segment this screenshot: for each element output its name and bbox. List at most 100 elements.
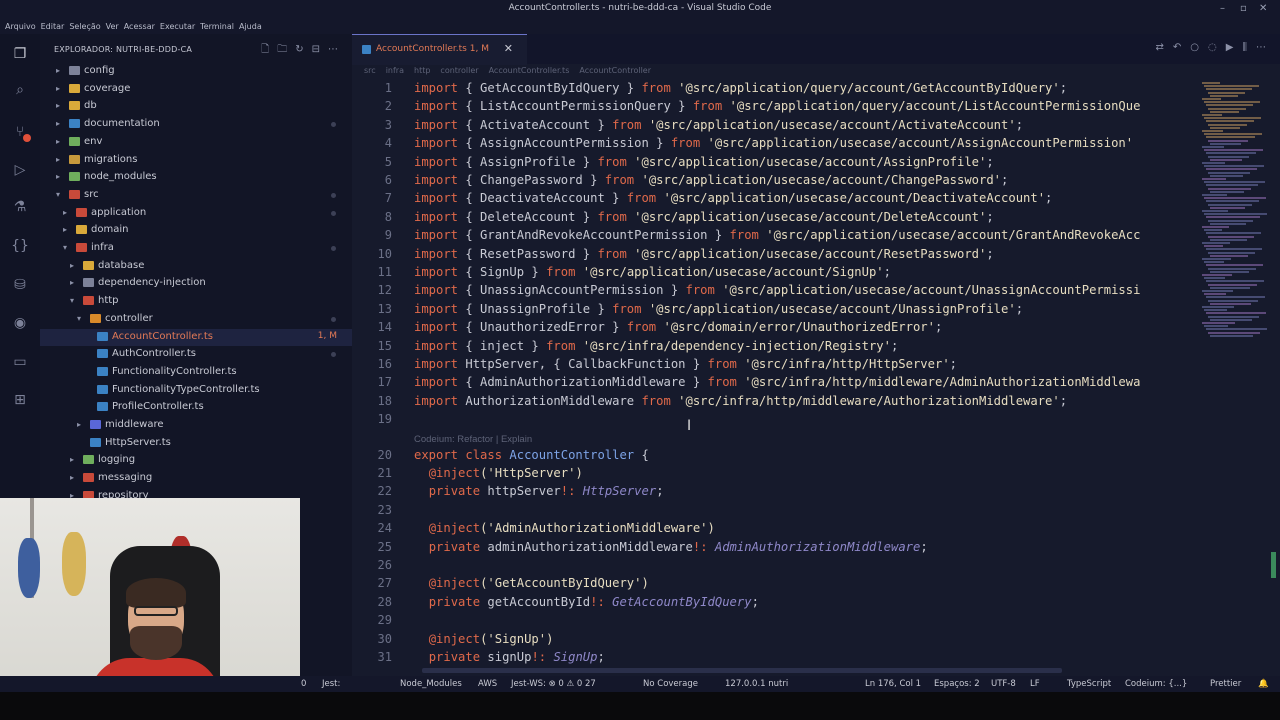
status-language[interactable]: TypeScript — [1067, 679, 1111, 689]
extensions-icon[interactable]: ⊞ — [10, 390, 30, 410]
new-file-icon[interactable]: 🗋 — [261, 44, 269, 55]
minimize-icon[interactable]: – — [1220, 3, 1225, 14]
code-line[interactable]: 13 import { UnassignProfile } from '@src/… — [352, 302, 1280, 320]
code-line[interactable]: 21 @inject('HttpServer') — [352, 466, 1280, 484]
tree-item-http[interactable]: ▾ http — [40, 293, 352, 310]
database-icon[interactable]: ⛁ — [10, 275, 30, 295]
tree-item-logging[interactable]: ▸ logging — [40, 452, 352, 469]
chevron-icon[interactable]: ▸ — [77, 420, 81, 429]
code-line[interactable]: 9 import { GrantAndRevokeAccountPermissio… — [352, 228, 1280, 246]
menu-item-4[interactable]: Acessar — [124, 20, 155, 31]
code-line[interactable]: 29 — [352, 613, 1280, 631]
code-line[interactable]: 10 import { ResetPassword } from '@src/ap… — [352, 247, 1280, 265]
chevron-icon[interactable]: ▸ — [70, 261, 74, 270]
collapse-icon[interactable]: ⊟ — [312, 44, 320, 55]
status-eol[interactable]: LF — [1030, 679, 1040, 689]
close-tab-icon[interactable]: ✕ — [504, 42, 513, 55]
code-line[interactable]: 17 import { AdminAuthorizationMiddleware … — [352, 375, 1280, 393]
chevron-icon[interactable]: ▸ — [56, 119, 60, 128]
run-debug-icon[interactable]: ▷ — [10, 160, 30, 180]
code-line[interactable]: 30 @inject('SignUp') — [352, 632, 1280, 650]
minimap[interactable] — [1202, 82, 1270, 342]
chevron-icon[interactable]: ▸ — [63, 225, 67, 234]
tree-item-config[interactable]: ▸ config — [40, 63, 352, 80]
code-line[interactable]: 8 import { DeleteAccount } from '@src/app… — [352, 210, 1280, 228]
status-node-modules[interactable]: Node_Modules — [400, 679, 462, 689]
menu-item-3[interactable]: Ver — [106, 20, 119, 31]
tree-item-node-modules[interactable]: ▸ node_modules — [40, 169, 352, 186]
breadcrumb-item[interactable]: AccountController — [579, 66, 651, 75]
code-line[interactable]: 11 import { SignUp } from '@src/applicati… — [352, 265, 1280, 283]
chevron-icon[interactable]: ▾ — [70, 296, 74, 305]
close-window-icon[interactable]: ✕ — [1259, 3, 1267, 14]
chevron-icon[interactable]: ▸ — [56, 101, 60, 110]
maximize-icon[interactable]: ▫ — [1240, 3, 1247, 14]
new-folder-icon[interactable]: 🗀 — [277, 44, 287, 55]
menu-item-6[interactable]: Terminal — [200, 20, 234, 31]
notifications-icon[interactable]: 🔔 — [1258, 679, 1269, 689]
tree-item-documentation[interactable]: ▸ documentation — [40, 116, 352, 133]
history-icon[interactable]: ↶ — [1173, 42, 1181, 53]
code-line[interactable]: 3 import { ActivateAccount } from '@src/a… — [352, 118, 1280, 136]
code-line[interactable]: 6 import { ChangePassword } from '@src/ap… — [352, 173, 1280, 191]
tree-item-domain[interactable]: ▸ domain — [40, 222, 352, 239]
codelens-actions[interactable]: Codeium: Refactor | Explain — [414, 434, 532, 445]
breadcrumb-item[interactable]: src — [364, 66, 376, 75]
tree-item-migrations[interactable]: ▸ migrations — [40, 152, 352, 169]
tree-item-env[interactable]: ▸ env — [40, 134, 352, 151]
json-icon[interactable]: {} — [10, 236, 30, 256]
diff-icon[interactable]: ◌ — [1208, 42, 1217, 53]
menu-item-7[interactable]: Ajuda — [239, 20, 262, 31]
breadcrumb-item[interactable]: infra — [386, 66, 404, 75]
status-position[interactable]: Ln 176, Col 1 — [865, 679, 921, 689]
chevron-icon[interactable]: ▸ — [63, 208, 67, 217]
code-line[interactable]: 19 — [352, 412, 1280, 430]
tree-item-profilecontroller-ts[interactable]: ProfileController.ts — [40, 399, 352, 416]
menu-item-0[interactable]: Arquivo — [5, 20, 36, 31]
chevron-icon[interactable]: ▸ — [56, 84, 60, 93]
status-spaces[interactable]: Espaços: 2 — [934, 679, 980, 689]
tree-item-database[interactable]: ▸ database — [40, 258, 352, 275]
chevron-icon[interactable]: ▾ — [77, 314, 81, 323]
status-codeium[interactable]: Codeium: {...} — [1125, 679, 1187, 689]
tree-item-httpserver-ts[interactable]: HttpServer.ts — [40, 435, 352, 452]
status-coverage[interactable]: No Coverage — [643, 679, 698, 689]
tree-item-src[interactable]: ▾ src — [40, 187, 352, 204]
circle-icon[interactable]: ○ — [1190, 42, 1199, 53]
split-editor-icon[interactable]: ⫼ — [1242, 42, 1247, 53]
code-line[interactable]: 23 — [352, 503, 1280, 521]
tree-item-messaging[interactable]: ▸ messaging — [40, 470, 352, 487]
code-line[interactable]: 5 import { AssignProfile } from '@src/app… — [352, 155, 1280, 173]
tree-item-db[interactable]: ▸ db — [40, 98, 352, 115]
compare-icon[interactable]: ⇄ — [1155, 42, 1163, 53]
chevron-icon[interactable]: ▸ — [56, 155, 60, 164]
code-line[interactable]: 18 import AuthorizationMiddleware from '@… — [352, 394, 1280, 412]
files-icon[interactable]: ❐ — [10, 44, 30, 64]
code-line[interactable]: 12 import { UnassignAccountPermission } f… — [352, 283, 1280, 301]
code-line[interactable]: 31 private signUp!: SignUp; — [352, 650, 1280, 668]
chevron-icon[interactable]: ▸ — [56, 172, 60, 181]
tree-item-coverage[interactable]: ▸ coverage — [40, 81, 352, 98]
menu-item-5[interactable]: Executar — [160, 20, 195, 31]
tree-item-functionalitycontroller-ts[interactable]: FunctionalityController.ts — [40, 364, 352, 381]
chevron-icon[interactable]: ▸ — [70, 455, 74, 464]
horizontal-scrollbar[interactable] — [422, 668, 1062, 673]
code-line[interactable]: 2 import { ListAccountPermissionQuery } f… — [352, 99, 1280, 117]
code-line[interactable]: 4 import { AssignAccountPermission } from… — [352, 136, 1280, 154]
run-icon[interactable]: ▶ — [1226, 42, 1234, 53]
chevron-icon[interactable]: ▸ — [56, 137, 60, 146]
code-editor[interactable]: 1 import { GetAccountByIdQuery } from '@s… — [352, 81, 1280, 671]
status-errors[interactable]: 0 — [301, 679, 306, 689]
tree-item-middleware[interactable]: ▸ middleware — [40, 417, 352, 434]
chevron-icon[interactable]: ▾ — [63, 243, 67, 252]
code-line[interactable]: 28 private getAccountById!: GetAccountBy… — [352, 595, 1280, 613]
folder-icon[interactable]: ▭ — [10, 352, 30, 372]
breadcrumb-item[interactable]: http — [414, 66, 430, 75]
chevron-icon[interactable]: ▸ — [56, 66, 60, 75]
status-prettier[interactable]: Prettier — [1210, 679, 1241, 689]
code-line[interactable]: 15 import { inject } from '@src/infra/dep… — [352, 339, 1280, 357]
tree-item-application[interactable]: ▸ application — [40, 205, 352, 222]
status-jest[interactable]: Jest: — [322, 679, 340, 689]
more-actions-icon[interactable]: ⋯ — [1256, 42, 1266, 53]
code-line[interactable]: 26 — [352, 558, 1280, 576]
